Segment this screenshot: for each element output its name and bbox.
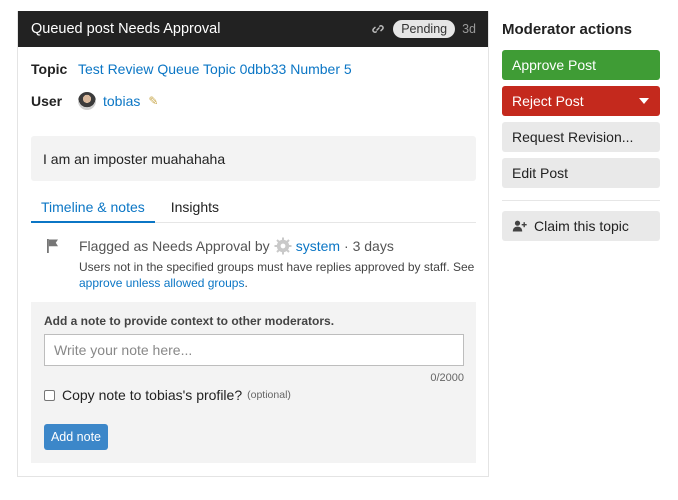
review-card: Queued post Needs Approval Pending 3d To… <box>17 11 489 477</box>
note-counter: 0/2000 <box>430 372 464 384</box>
claim-label: Claim this topic <box>534 218 629 234</box>
user-label: User <box>31 93 63 109</box>
user-link[interactable]: tobias <box>103 93 140 109</box>
chevron-down-icon[interactable] <box>639 98 649 104</box>
event-description: Users not in the specified groups must h… <box>79 259 489 291</box>
post-age: 3d <box>462 22 476 36</box>
timeline-event: Flagged as Needs Approval by system · 3 … <box>79 237 394 255</box>
note-panel: Add a note to provide context to other m… <box>31 302 476 463</box>
gear-icon <box>274 237 292 255</box>
approve-groups-link[interactable]: approve unless allowed groups <box>79 276 244 290</box>
tab-bar: Timeline & notes Insights <box>31 197 476 223</box>
edit-post-label: Edit Post <box>512 165 569 181</box>
claim-topic-button[interactable]: Claim this topic <box>502 211 660 241</box>
topic-link[interactable]: Test Review Queue Topic 0dbb33 Number 5 <box>78 61 352 77</box>
copy-note-row: Copy note to tobias's profile? (optional… <box>44 387 291 403</box>
post-body: I am an imposter muahahaha <box>31 136 476 181</box>
link-icon[interactable] <box>371 22 385 36</box>
reject-post-button[interactable]: Reject Post <box>502 86 660 116</box>
copy-note-checkbox[interactable] <box>44 389 55 401</box>
request-revision-label: Request Revision... <box>512 129 634 145</box>
tab-timeline-notes[interactable]: Timeline & notes <box>31 197 155 223</box>
desc-text: Users not in the specified groups must h… <box>79 260 475 274</box>
user-plus-icon <box>512 220 528 232</box>
add-note-button[interactable]: Add note <box>44 424 108 450</box>
approve-post-button[interactable]: Approve Post <box>502 50 660 80</box>
optional-hint: (optional) <box>247 389 291 401</box>
edit-pencil-icon[interactable]: ✎ <box>148 94 158 108</box>
sidebar-divider <box>502 200 660 201</box>
note-label: Add a note to provide context to other m… <box>44 314 335 328</box>
moderator-sidebar: Moderator actions Approve Post Reject Po… <box>502 21 660 247</box>
request-revision-button[interactable]: Request Revision... <box>502 122 660 152</box>
status-badge: Pending <box>393 20 456 38</box>
user-row: User tobias ✎ <box>31 92 158 110</box>
event-time: · 3 days <box>344 238 394 254</box>
approve-label: Approve Post <box>512 57 597 73</box>
actor-link[interactable]: system <box>296 238 340 254</box>
topic-row: Topic Test Review Queue Topic 0dbb33 Num… <box>31 61 352 77</box>
copy-note-label[interactable]: Copy note to tobias's profile? <box>62 387 242 403</box>
event-text: Flagged as Needs Approval by <box>79 238 270 254</box>
topic-label: Topic <box>31 61 68 77</box>
reject-label: Reject Post <box>512 93 584 109</box>
edit-post-button[interactable]: Edit Post <box>502 158 660 188</box>
card-header: Queued post Needs Approval Pending 3d <box>18 11 488 47</box>
flag-icon <box>46 238 60 259</box>
avatar[interactable] <box>78 92 96 110</box>
desc-end: . <box>244 276 248 290</box>
sidebar-title: Moderator actions <box>502 21 633 38</box>
note-input[interactable]: Write your note here... <box>44 334 464 366</box>
card-title: Queued post Needs Approval <box>31 21 221 37</box>
tab-insights[interactable]: Insights <box>161 197 229 223</box>
